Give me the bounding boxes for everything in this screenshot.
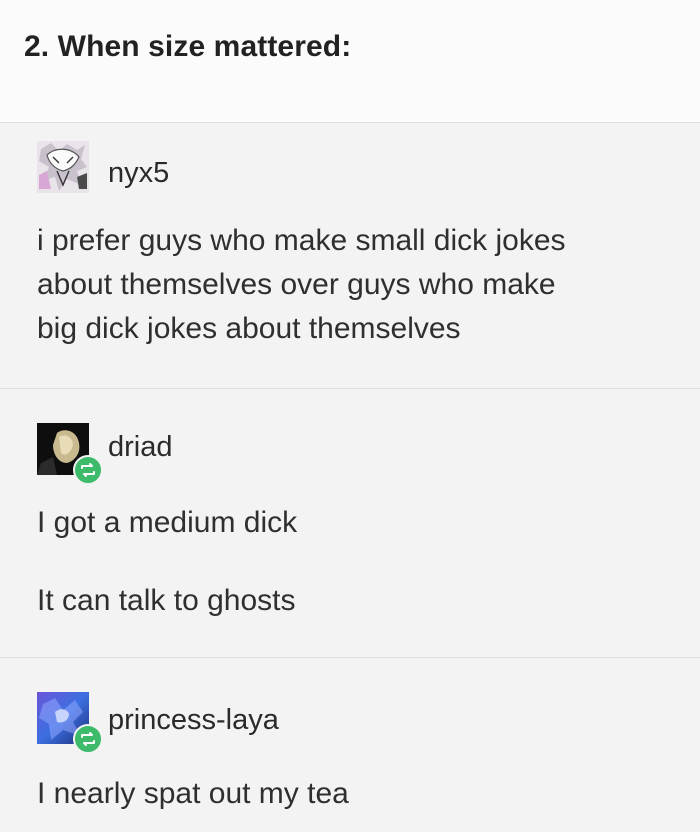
username[interactable]: princess-laya bbox=[108, 704, 279, 737]
post-text: I nearly spat out my tea bbox=[37, 772, 349, 816]
post-text: I got a medium dick It can talk to ghost… bbox=[37, 501, 297, 623]
text-line: I nearly spat out my tea bbox=[37, 777, 349, 810]
post-card: princess-laya I nearly spat out my tea bbox=[0, 657, 700, 832]
username[interactable]: driad bbox=[108, 431, 173, 464]
anime-character-avatar-icon[interactable] bbox=[37, 141, 89, 193]
post-card: driad I got a medium dick It can talk to… bbox=[0, 388, 700, 657]
post-card: nyx5 i prefer guys who make small dick j… bbox=[0, 122, 700, 388]
text-line: I got a medium dick bbox=[37, 506, 298, 539]
dark-portrait-avatar-icon[interactable] bbox=[37, 423, 103, 485]
reblog-icon bbox=[73, 724, 103, 754]
text-line: big dick jokes about themselves bbox=[37, 312, 461, 345]
username[interactable]: nyx5 bbox=[108, 157, 169, 190]
text-line: i prefer guys who make small dick jokes bbox=[37, 224, 566, 257]
post-text: i prefer guys who make small dick jokes … bbox=[37, 219, 566, 351]
reblog-icon bbox=[73, 455, 103, 485]
blue-purple-avatar-icon[interactable] bbox=[37, 692, 103, 754]
text-line: about themselves over guys who make bbox=[37, 268, 556, 301]
page-title: 2. When size mattered: bbox=[24, 30, 352, 63]
text-line: It can talk to ghosts bbox=[37, 584, 296, 617]
